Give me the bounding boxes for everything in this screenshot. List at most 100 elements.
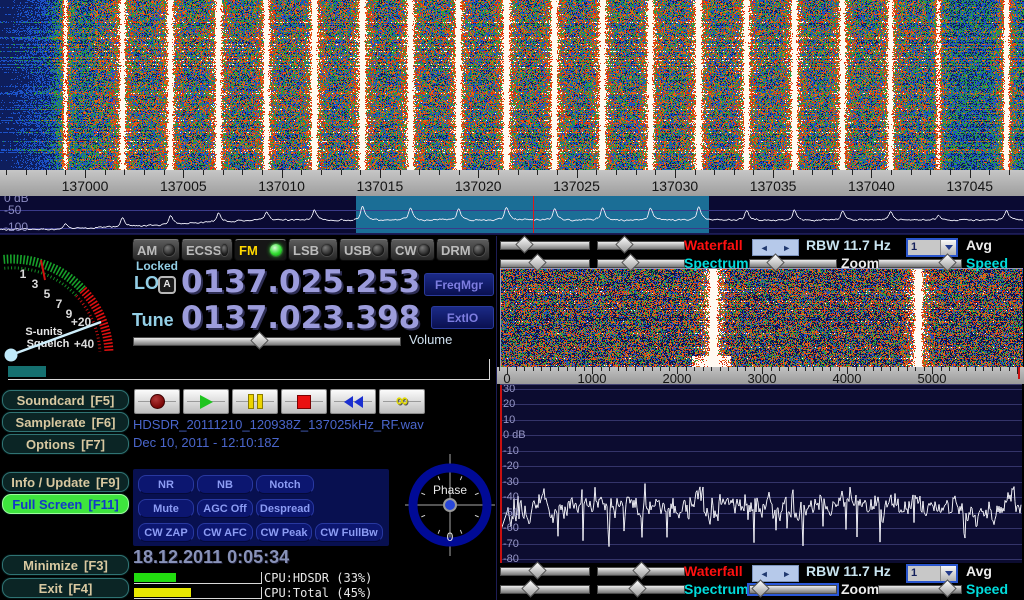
slider-thumb[interactable] — [615, 235, 633, 253]
audio-spectrum-panel[interactable]: 3020100 dB-10-20-30-40-50-60-70-80 — [500, 384, 1022, 563]
speed-slider[interactable] — [878, 259, 962, 268]
dropdown-arrow-button[interactable] — [940, 240, 956, 255]
sidebar-button-key: [F3] — [84, 558, 108, 573]
dsp-button-nr[interactable]: NR — [138, 475, 194, 494]
sidebar-button-soundcard[interactable]: Soundcard[F5] — [2, 390, 129, 410]
locked-label: Locked — [136, 259, 178, 273]
tune-cursor-line[interactable] — [533, 196, 534, 233]
spectrum-contrast-slider[interactable] — [597, 259, 685, 268]
sidebar-button-options[interactable]: Options[F7] — [2, 434, 129, 454]
waterfall-contrast-slider[interactable] — [597, 567, 685, 576]
extio-button[interactable]: ExtIO — [431, 306, 494, 329]
scale-tick — [282, 170, 283, 178]
dsp-button-cw-peak[interactable]: CW Peak — [256, 523, 312, 542]
zoom-slider[interactable] — [749, 585, 837, 594]
spectrum-brightness-slider[interactable] — [500, 585, 590, 594]
spectrum-contrast-slider[interactable] — [597, 585, 685, 594]
hdsdr-app-window: 1370001370051370101370151370201370251370… — [0, 0, 1024, 600]
phase-tick — [460, 476, 462, 480]
speed-slider[interactable] — [878, 585, 962, 594]
zoom-slider[interactable] — [749, 259, 837, 268]
slider-thumb[interactable] — [515, 235, 533, 253]
mode-button-cw[interactable]: CW — [390, 239, 435, 261]
frequency-tick-label: 137035 — [738, 178, 808, 194]
waterfall-contrast-slider[interactable] — [597, 241, 685, 250]
audio-frequency-scale[interactable]: 010002000300040005000 — [497, 367, 1024, 384]
dsp-button-notch[interactable]: Notch — [256, 475, 314, 494]
waterfall-brightness-slider[interactable] — [500, 241, 590, 250]
rf-spectrum-panel[interactable]: 0 dB-50-100 — [0, 196, 1024, 235]
audio-spectrum-trace — [500, 385, 1022, 563]
mode-button-am[interactable]: AM — [132, 239, 180, 261]
mode-button-ecss[interactable]: ECSS — [181, 239, 233, 261]
scale-tick — [26, 170, 27, 175]
slider-thumb[interactable] — [528, 561, 546, 579]
slider-thumb[interactable] — [751, 579, 769, 597]
dsp-button-nb[interactable]: NB — [197, 475, 253, 494]
arrow-left-icon[interactable]: ◄ — [760, 569, 769, 579]
sidebar-button-samplerate[interactable]: Samplerate[F6] — [2, 412, 129, 432]
lo-frequency-display[interactable]: 0137.025.253 — [181, 264, 420, 300]
mode-button-usb[interactable]: USB — [339, 239, 389, 261]
dsp-button-cw-afc[interactable]: CW AFC — [197, 523, 253, 542]
cpu-hdsdr-label: CPU:HDSDR (33%) — [264, 571, 372, 585]
led-indicator-icon — [163, 244, 175, 256]
scale-tick — [1009, 367, 1010, 371]
mode-button-row: AMECSSFMLSBUSBCWDRM — [132, 239, 490, 261]
rewind-icon — [343, 396, 363, 408]
scale-tick — [85, 170, 86, 178]
dsp-button-cw-fullbw[interactable]: CW FullBw — [315, 523, 383, 542]
dsp-button-agc-off[interactable]: AGC Off — [197, 499, 253, 518]
zoom-label: Zoom — [841, 581, 879, 597]
frequency-tick-label: 137045 — [935, 178, 1005, 194]
arrow-left-icon[interactable]: ◄ — [760, 243, 769, 253]
sidebar-button-minimize[interactable]: Minimize[F3] — [2, 555, 129, 575]
sidebar-button-info-update[interactable]: Info / Update[F9] — [2, 472, 129, 492]
dropdown-arrow-button[interactable] — [940, 566, 956, 581]
s-meter-scale-label: 3 — [32, 277, 39, 291]
frequency-tick-label: 137005 — [148, 178, 218, 194]
record-button[interactable] — [134, 389, 180, 414]
volume-slider[interactable] — [133, 337, 401, 346]
sidebar-button-full-screen[interactable]: Full Screen[F11] — [2, 494, 129, 514]
slider-thumb[interactable] — [521, 579, 539, 597]
scale-tick — [577, 170, 578, 178]
mode-button-fm[interactable]: FM — [234, 239, 287, 261]
s-meter-caption: S-units — [25, 326, 62, 338]
dsp-button-cw-zap[interactable]: CW ZAP — [138, 523, 194, 542]
mode-button-lsb[interactable]: LSB — [288, 239, 338, 261]
lock-a-badge[interactable]: A — [158, 276, 176, 294]
loop-button[interactable]: ∞ — [379, 389, 425, 414]
rf-frequency-scale[interactable]: 1370001370051370101370151370201370251370… — [0, 170, 1024, 196]
waterfall-label: Waterfall — [684, 237, 743, 253]
avg-dropdown[interactable]: 1 — [906, 564, 958, 583]
waterfall-brightness-slider[interactable] — [500, 567, 590, 576]
slider-thumb[interactable] — [632, 561, 650, 579]
scale-tick — [734, 170, 735, 175]
scale-tick — [65, 170, 66, 175]
rf-waterfall-display[interactable] — [0, 0, 1024, 170]
arrow-right-icon[interactable]: ► — [782, 243, 791, 253]
play-button[interactable] — [183, 389, 229, 414]
scale-tick — [898, 367, 899, 371]
spectrum-brightness-slider[interactable] — [500, 259, 590, 268]
scale-tick — [459, 170, 460, 175]
s-meter-scale-label: 5 — [44, 287, 51, 301]
tune-frequency-display[interactable]: 0137.023.398 — [181, 300, 420, 336]
dsp-button-despread[interactable]: Despread — [256, 499, 314, 518]
mode-button-drm[interactable]: DRM — [436, 239, 490, 261]
freqmgr-button[interactable]: FreqMgr — [424, 273, 494, 296]
pause-button[interactable] — [232, 389, 278, 414]
scale-tick — [105, 170, 106, 175]
scale-tick — [616, 170, 617, 175]
rewind-button[interactable] — [330, 389, 376, 414]
db-label: -100 — [4, 220, 28, 234]
dsp-button-mute[interactable]: Mute — [138, 499, 194, 518]
slider-thumb[interactable] — [628, 579, 646, 597]
arrow-right-icon[interactable]: ► — [782, 569, 791, 579]
led-indicator-icon — [221, 244, 228, 256]
avg-dropdown[interactable]: 1 — [906, 238, 958, 257]
sidebar-button-exit[interactable]: Exit[F4] — [2, 578, 129, 598]
stop-button[interactable] — [281, 389, 327, 414]
audio-waterfall-display[interactable] — [500, 268, 1023, 368]
